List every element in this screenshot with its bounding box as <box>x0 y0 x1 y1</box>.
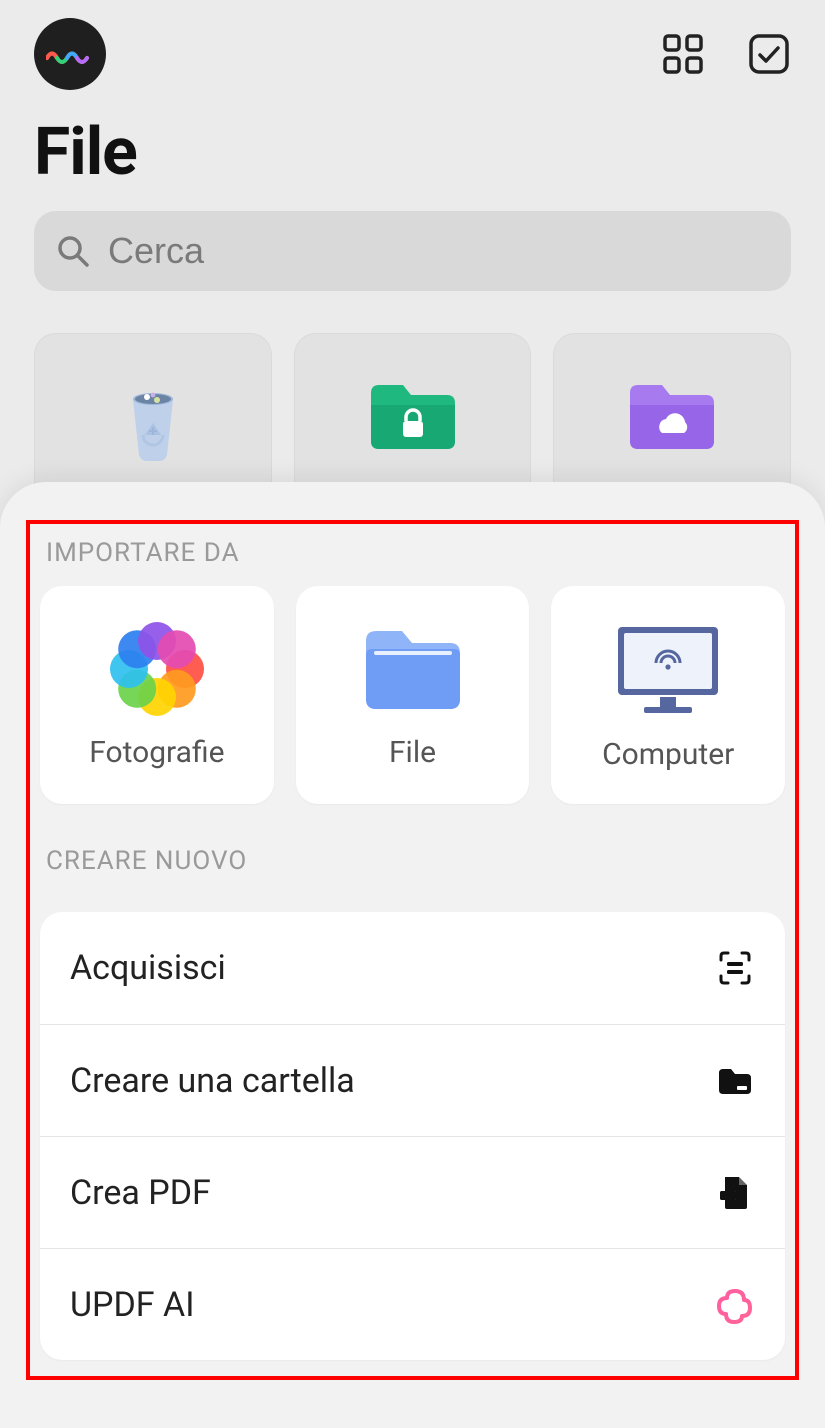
import-photos[interactable]: Fotografie <box>40 586 274 804</box>
import-files-label: File <box>389 735 436 770</box>
import-files[interactable]: File <box>296 586 530 804</box>
create-updf-ai-label: UPDF AI <box>70 1285 194 1325</box>
updf-ai-icon <box>715 1285 755 1325</box>
select-button[interactable] <box>747 32 791 76</box>
checkbox-icon <box>747 32 791 76</box>
computer-icon <box>608 619 728 719</box>
create-pdf-label: Crea PDF <box>70 1173 211 1213</box>
top-bar <box>0 0 825 90</box>
create-pdf[interactable]: Crea PDF <box>40 1136 785 1248</box>
folders-row <box>0 291 825 513</box>
grid-view-button[interactable] <box>661 32 705 76</box>
import-grid: Fotografie File <box>40 586 785 804</box>
photos-icon <box>109 621 205 717</box>
scan-icon <box>715 948 755 988</box>
action-sheet: IMPORTARE DA Fotografie <box>0 482 825 1428</box>
create-updf-ai[interactable]: UPDF AI <box>40 1248 785 1360</box>
grid-icon <box>661 32 705 76</box>
create-folder[interactable]: Creare una cartella <box>40 1024 785 1136</box>
files-folder-icon <box>358 621 468 717</box>
search-container <box>0 201 825 291</box>
trash-icon <box>109 377 197 465</box>
locked-folder-icon <box>365 377 461 457</box>
search-field[interactable] <box>34 211 791 291</box>
search-icon <box>56 234 90 268</box>
search-input[interactable] <box>108 230 769 272</box>
create-scan[interactable]: Acquisisci <box>40 912 785 1024</box>
page-title: File <box>0 90 825 201</box>
create-scan-label: Acquisisci <box>70 948 226 988</box>
create-folder-label: Creare una cartella <box>70 1061 355 1101</box>
folder-icon <box>715 1061 755 1101</box>
top-actions <box>661 32 791 76</box>
create-section-label: CREARE NUOVO <box>40 804 785 894</box>
create-list: Acquisisci Creare una cartella <box>40 912 785 1360</box>
import-section-label: IMPORTARE DA <box>40 530 785 586</box>
import-computer[interactable]: Computer <box>551 586 785 804</box>
highlight-box: IMPORTARE DA Fotografie <box>26 520 799 1380</box>
pdf-file-icon <box>715 1173 755 1213</box>
cloud-folder-icon <box>624 377 720 457</box>
import-computer-label: Computer <box>602 737 734 772</box>
app-logo-icon <box>46 44 94 64</box>
import-photos-label: Fotografie <box>89 735 224 770</box>
app-avatar[interactable] <box>34 18 106 90</box>
